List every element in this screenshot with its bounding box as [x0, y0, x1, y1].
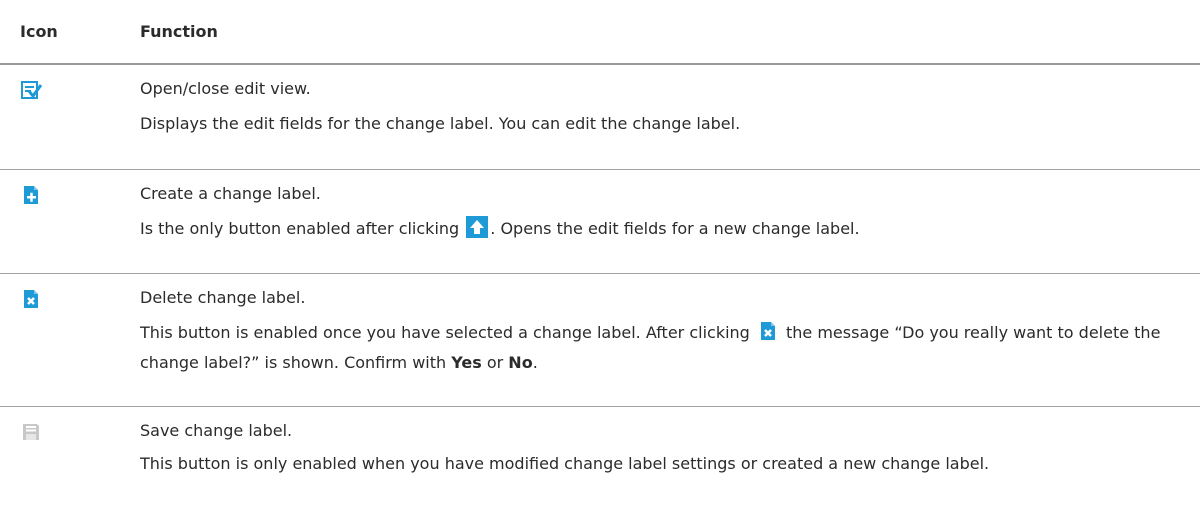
no-label: No [508, 352, 533, 372]
desc-text: Is the only button enabled after clickin… [140, 218, 465, 238]
row-title: Create a change label. [140, 183, 321, 203]
table-row: Create a change label. Is the only butto… [0, 169, 1200, 273]
row-title: Save change label. [140, 420, 293, 440]
function-cell: Delete change label. This button is enab… [140, 273, 1200, 406]
yes-label: Yes [451, 352, 482, 372]
function-cell: Save change label. This button is only e… [140, 406, 1200, 511]
save-disabled-icon [20, 421, 42, 443]
desc-text: This button is enabled once you have sel… [140, 322, 755, 342]
table-row: Delete change label. This button is enab… [0, 273, 1200, 406]
desc-text: . [532, 352, 538, 372]
edit-view-icon [20, 79, 43, 101]
icon-function-table: Icon Function Open/close edit view. Disp… [0, 0, 1200, 511]
row-description: This button is enabled once you have sel… [140, 309, 1180, 387]
icon-cell [0, 273, 140, 406]
table-header-row: Icon Function [0, 0, 1200, 65]
table-row: Open/close edit view. Displays the edit … [0, 64, 1200, 169]
add-document-icon [20, 184, 42, 206]
desc-text: . Opens the edit fields for a new change… [490, 218, 860, 238]
row-description: Is the only button enabled after clickin… [140, 205, 1180, 253]
row-title: Open/close edit view. [140, 79, 311, 98]
header-icon: Icon [0, 0, 140, 65]
function-cell: Create a change label. Is the only butto… [140, 169, 1200, 273]
desc-text: or [481, 352, 509, 372]
row-description: This button is only enabled when you hav… [140, 453, 990, 473]
icon-cell [0, 169, 140, 273]
delete-document-icon [20, 288, 42, 310]
table-row: Save change label. This button is only e… [0, 406, 1200, 511]
header-function: Function [140, 0, 1200, 65]
function-cell: Open/close edit view. Displays the edit … [140, 64, 1200, 169]
delete-document-icon [757, 320, 779, 342]
upload-arrow-icon [466, 215, 489, 238]
row-description: Displays the edit fields for the change … [140, 114, 741, 133]
row-title: Delete change label. [140, 287, 306, 307]
icon-cell [0, 64, 140, 169]
icon-cell [0, 406, 140, 511]
